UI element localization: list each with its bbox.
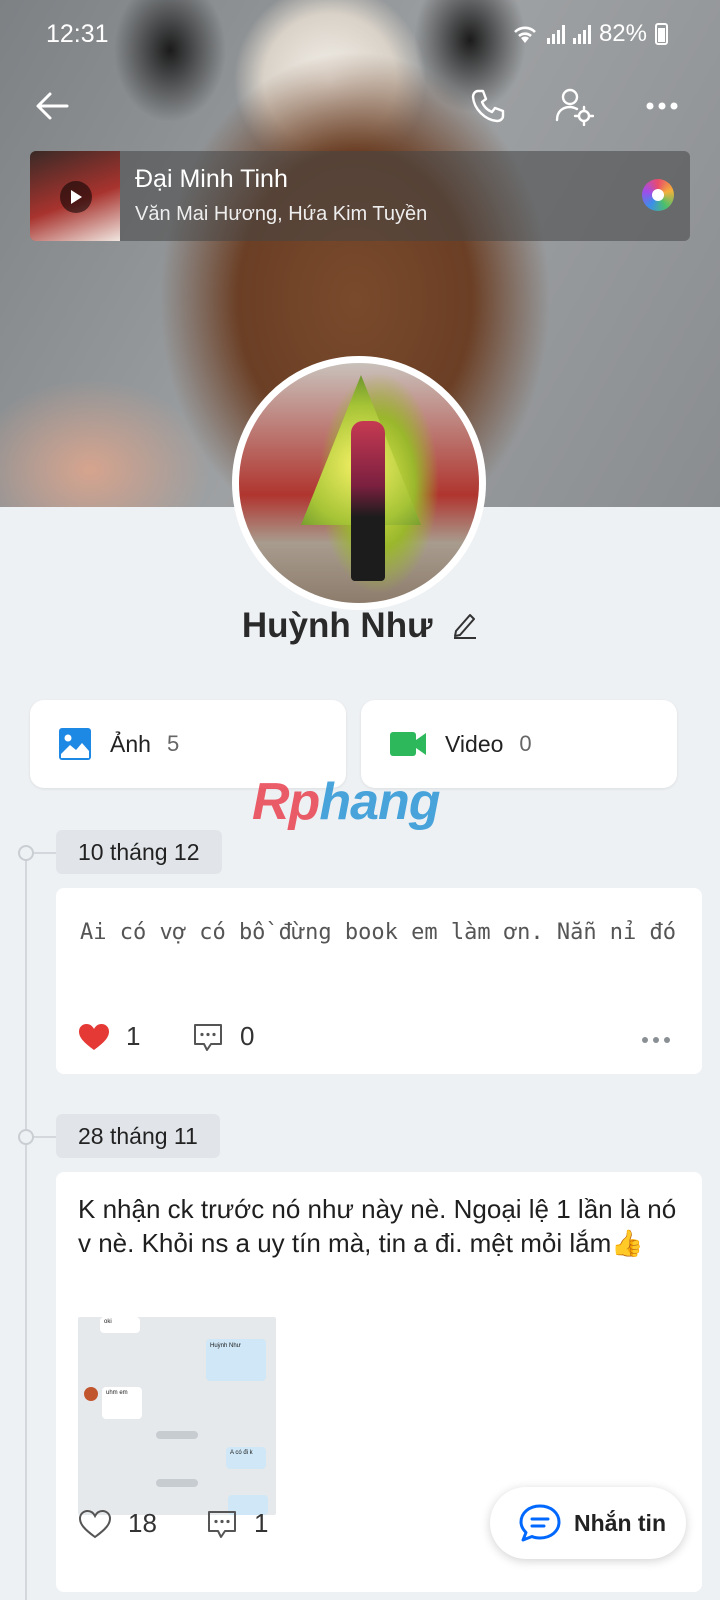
battery-text: 82% bbox=[598, 20, 647, 47]
thumb-time-pill bbox=[156, 1431, 198, 1439]
wifi-icon bbox=[514, 26, 536, 43]
videos-count: 0 bbox=[519, 731, 532, 756]
profile-name-row: Huỳnh Như bbox=[0, 606, 720, 648]
more-dot bbox=[642, 1037, 648, 1043]
watermark-logo: Rphang bbox=[252, 772, 441, 832]
timeline-connector bbox=[34, 852, 56, 854]
back-button[interactable] bbox=[26, 80, 78, 132]
call-button[interactable] bbox=[462, 80, 514, 132]
post-more-button[interactable] bbox=[642, 1037, 670, 1043]
pencil-icon bbox=[454, 613, 477, 639]
timeline-line bbox=[25, 848, 27, 1600]
chat-bubble-icon bbox=[519, 1504, 561, 1542]
send-message-label: Nhắn tin bbox=[574, 1509, 666, 1536]
avatar-person-graphic bbox=[351, 421, 385, 581]
post-card[interactable]: Ai có vợ có bồ đừng book em làm ơn. Nẵn … bbox=[56, 888, 702, 1074]
comment-count: 0 bbox=[240, 1021, 255, 1051]
more-dot bbox=[664, 1037, 670, 1043]
back-arrow-icon bbox=[36, 92, 69, 120]
heart-outline-icon bbox=[78, 1509, 112, 1538]
post-text: K nhận ck trước nó như này nè. Ngoại lệ … bbox=[78, 1194, 677, 1258]
thumb-avatar bbox=[84, 1387, 98, 1401]
play-button[interactable] bbox=[60, 181, 92, 213]
phone-icon bbox=[471, 89, 505, 123]
videos-label: Video bbox=[445, 730, 504, 757]
photo-icon bbox=[59, 728, 91, 760]
thumb-message: Huỳnh Như bbox=[206, 1339, 266, 1381]
more-dot bbox=[653, 1037, 659, 1043]
thumb-message: oki bbox=[100, 1317, 140, 1333]
comment-count: 1 bbox=[254, 1508, 269, 1538]
avatar[interactable] bbox=[232, 356, 486, 610]
like-count: 18 bbox=[128, 1508, 157, 1538]
thumb-message: A có đi k bbox=[226, 1447, 266, 1469]
comment-button[interactable]: 0 bbox=[192, 1021, 254, 1052]
timeline-connector bbox=[34, 1136, 56, 1138]
signal-2-icon bbox=[572, 24, 591, 44]
edit-name-button[interactable] bbox=[452, 608, 478, 648]
more-options-button[interactable] bbox=[636, 80, 688, 132]
post-date-chip: 28 tháng 11 bbox=[56, 1114, 220, 1158]
post-text: Ai có vợ có bồ đừng book em làm ơn. Nẵn … bbox=[80, 920, 677, 945]
watermark-part2: hang bbox=[319, 773, 440, 831]
status-time: 12:31 bbox=[46, 20, 109, 48]
comment-icon bbox=[208, 1510, 236, 1538]
comment-button[interactable]: 1 bbox=[206, 1508, 268, 1539]
like-count: 1 bbox=[126, 1021, 141, 1051]
send-message-button[interactable]: Nhắn tin bbox=[490, 1487, 686, 1559]
signal-1-icon bbox=[546, 24, 565, 44]
post-date-chip: 10 tháng 12 bbox=[56, 830, 222, 874]
thumb-time-pill bbox=[156, 1479, 198, 1487]
heart-filled-icon bbox=[79, 1023, 109, 1050]
battery-icon bbox=[655, 23, 668, 45]
status-right: 82% bbox=[511, 20, 668, 48]
profile-music-bar[interactable]: Đại Minh Tinh Văn Mai Hương, Hứa Kim Tuy… bbox=[30, 151, 690, 241]
profile-name: Huỳnh Như bbox=[241, 606, 433, 645]
video-camera-icon bbox=[390, 732, 426, 756]
thumb-message: uhm em bbox=[102, 1387, 142, 1419]
user-gear-icon bbox=[555, 88, 594, 126]
top-bar bbox=[0, 80, 720, 132]
photos-count: 5 bbox=[166, 731, 180, 756]
song-title: Đại Minh Tinh bbox=[135, 165, 288, 193]
watermark-part1: Rp bbox=[252, 773, 320, 831]
song-artist: Văn Mai Hương, Hứa Kim Tuyền bbox=[135, 203, 428, 225]
timeline-dot bbox=[18, 1129, 34, 1145]
like-button[interactable]: 18 bbox=[78, 1508, 157, 1539]
photos-label: Ảnh bbox=[110, 730, 151, 757]
like-button[interactable]: 1 bbox=[78, 1021, 140, 1052]
more-dots-icon bbox=[646, 102, 678, 110]
play-icon bbox=[71, 190, 82, 204]
post-image-chat-screenshot[interactable]: oki Huỳnh Như uhm em A có đi k bbox=[78, 1317, 276, 1515]
profile-settings-button[interactable] bbox=[548, 80, 600, 132]
status-bar: 12:31 82% bbox=[0, 0, 720, 70]
music-disc-icon[interactable] bbox=[642, 179, 674, 211]
comment-icon bbox=[194, 1023, 222, 1051]
timeline-dot bbox=[18, 845, 34, 861]
